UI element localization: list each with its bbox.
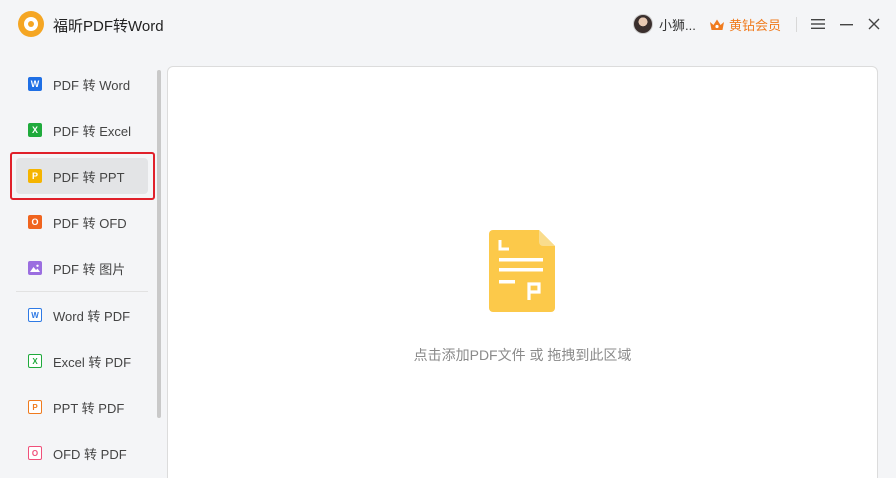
- ppt-to-pdf-icon: P: [28, 400, 42, 414]
- title-bar: 福昕PDF转Word 小狮... 黄钻会员: [0, 0, 896, 50]
- ppt-icon: P: [28, 169, 42, 183]
- user-name[interactable]: 小狮...: [659, 15, 696, 34]
- sidebar-item-label: PDF 转 Word: [53, 77, 131, 93]
- minimize-button[interactable]: [838, 16, 854, 32]
- sidebar-item-ppt-to-pdf[interactable]: P PPT 转 PDF: [16, 389, 148, 425]
- sidebar-item-pdf-to-word[interactable]: W PDF 转 Word: [16, 66, 148, 102]
- drop-hint-text[interactable]: 点击添加PDF文件 或 拖拽到此区域: [168, 345, 877, 365]
- excel-to-pdf-icon: X: [28, 354, 42, 368]
- user-account[interactable]: 小狮...: [633, 14, 696, 34]
- app-title: 福昕PDF转Word: [53, 18, 164, 35]
- ppt-file-icon: [489, 230, 555, 312]
- hamburger-menu-icon: [811, 19, 825, 29]
- minimize-icon: [839, 24, 853, 26]
- sidebar-item-label: PDF 转 OFD: [53, 215, 127, 231]
- header-divider: [796, 17, 797, 32]
- sidebar-item-ofd-to-pdf[interactable]: O OFD 转 PDF: [16, 435, 148, 471]
- crown-icon: [710, 19, 724, 30]
- menu-button[interactable]: [810, 16, 826, 32]
- app-logo-icon: [18, 11, 44, 37]
- excel-icon: X: [28, 123, 42, 137]
- sidebar-item-excel-to-pdf[interactable]: X Excel 转 PDF: [16, 343, 148, 379]
- close-button[interactable]: [866, 16, 882, 32]
- ofd-icon: O: [28, 215, 42, 229]
- sidebar-item-word-to-pdf[interactable]: W Word 转 PDF: [16, 297, 148, 333]
- sidebar-item-label: OFD 转 PDF: [53, 446, 127, 462]
- sidebar-item-label: PPT 转 PDF: [53, 400, 125, 416]
- vip-member-button[interactable]: 黄钻会员: [709, 15, 781, 34]
- word-to-pdf-icon: W: [28, 308, 42, 322]
- image-icon: [28, 261, 42, 275]
- sidebar-item-label: Word 转 PDF: [53, 308, 131, 324]
- file-drop-zone[interactable]: 点击添加PDF文件 或 拖拽到此区域: [167, 66, 878, 478]
- sidebar-item-pdf-to-ppt[interactable]: P PDF 转 PPT: [16, 158, 148, 194]
- ofd-to-pdf-icon: O: [28, 446, 42, 460]
- sidebar-item-pdf-to-excel[interactable]: X PDF 转 Excel: [16, 112, 148, 148]
- sidebar-item-label: PDF 转 Excel: [53, 123, 132, 139]
- sidebar-item-pdf-to-image[interactable]: PDF 转 图片: [16, 250, 148, 286]
- sidebar: W PDF 转 Word X PDF 转 Excel P PDF 转 PPT O…: [0, 56, 161, 478]
- sidebar-item-label: PDF 转 PPT: [53, 169, 125, 185]
- sidebar-item-label: PDF 转 图片: [53, 261, 126, 277]
- sidebar-divider: [16, 291, 148, 292]
- sidebar-scrollbar[interactable]: [157, 70, 161, 418]
- avatar[interactable]: [633, 14, 653, 34]
- close-icon: [868, 18, 880, 30]
- vip-label[interactable]: 黄钻会员: [729, 15, 781, 34]
- sidebar-item-label: Excel 转 PDF: [53, 354, 132, 370]
- word-icon: W: [28, 77, 42, 91]
- sidebar-item-pdf-to-ofd[interactable]: O PDF 转 OFD: [16, 204, 148, 240]
